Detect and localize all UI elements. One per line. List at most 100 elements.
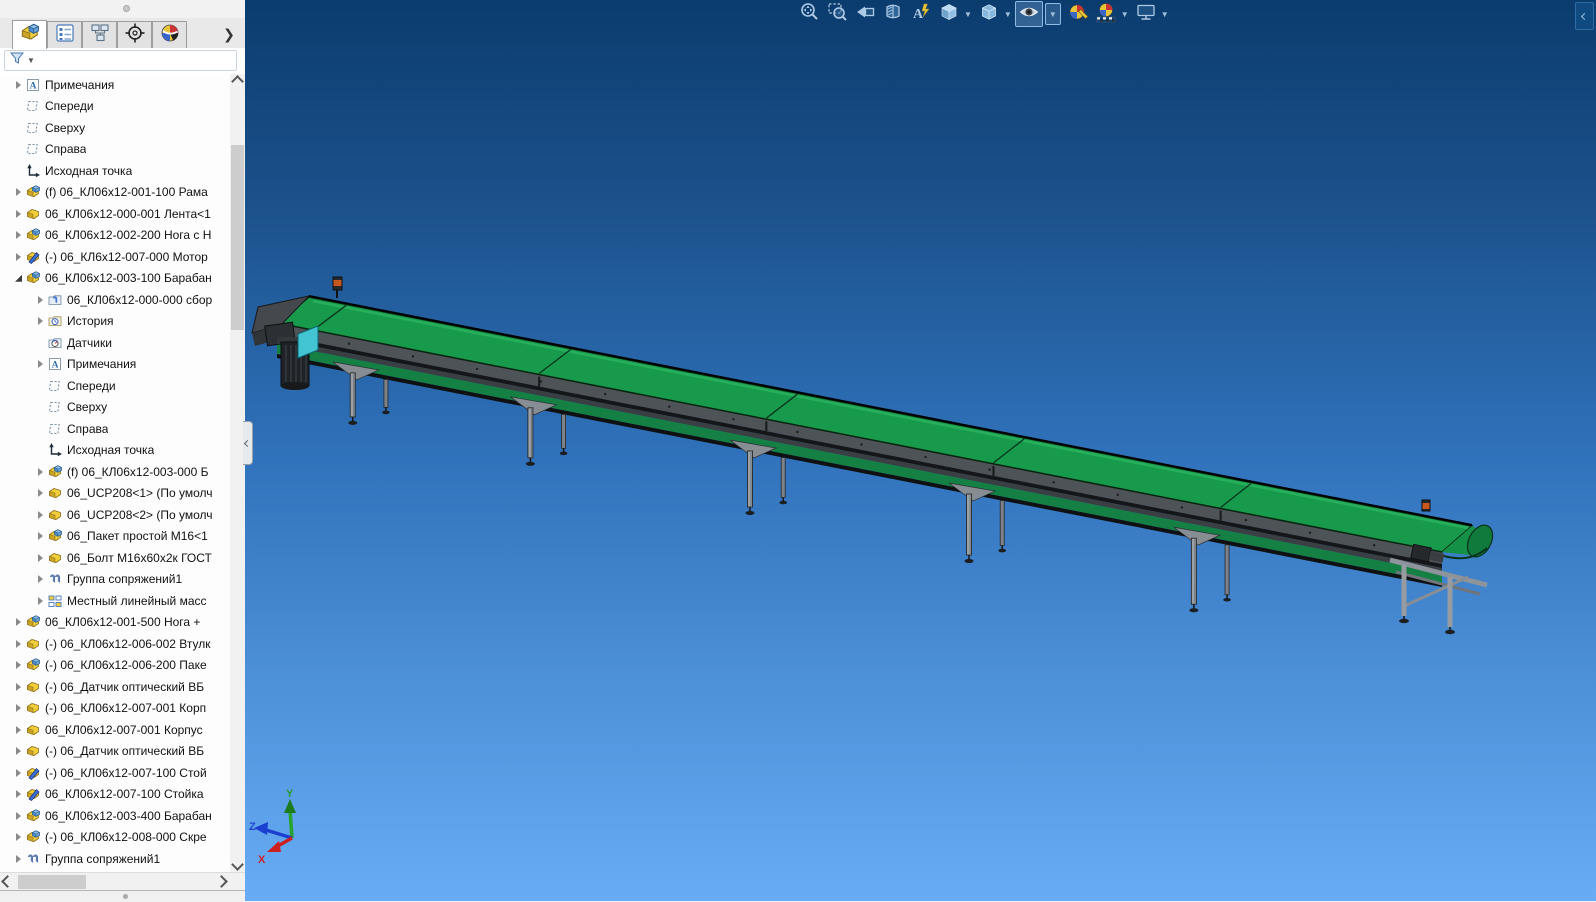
view-settings-button[interactable]: [1132, 1, 1160, 27]
model-conveyor[interactable]: [245, 0, 1596, 901]
expand-arrow[interactable]: [12, 618, 25, 626]
tree-item[interactable]: 06_UCP208<2> (По умолч: [0, 504, 229, 526]
tree-item[interactable]: (-) 06_КЛ06х12-008-000 Скре: [0, 827, 229, 849]
tree-item[interactable]: (-) 06_КЛ06х12-006-002 Втулк: [0, 633, 229, 655]
filter-caret-icon[interactable]: ▼: [27, 56, 35, 65]
section-view-button[interactable]: [879, 1, 907, 27]
expand-arrow[interactable]: [12, 81, 25, 89]
tree-item[interactable]: Группа сопряжений1: [0, 848, 229, 870]
display-style-dropdown[interactable]: ▼: [1004, 10, 1012, 19]
expand-arrow[interactable]: [12, 188, 25, 196]
graphics-viewport[interactable]: A▼▼▼▼▼ Y Z X: [245, 0, 1596, 901]
tree-item[interactable]: Спереди: [0, 375, 229, 397]
tree-item[interactable]: AПримечания: [0, 354, 229, 376]
expand-arrow[interactable]: [12, 747, 25, 755]
tree-item[interactable]: Датчики: [0, 332, 229, 354]
tree-item[interactable]: 06_Болт М16х60х2к ГОСТ: [0, 547, 229, 569]
taskpane-flyout-tab[interactable]: [1575, 2, 1594, 30]
tree-item[interactable]: Справа: [0, 418, 229, 440]
expand-arrow[interactable]: [12, 683, 25, 691]
scroll-down-button[interactable]: [230, 857, 245, 872]
panel-collapse-tab[interactable]: [243, 421, 253, 465]
expand-arrow[interactable]: [34, 489, 47, 497]
hide-show-items-dropdown[interactable]: ▼: [1045, 3, 1061, 25]
expand-arrow[interactable]: [34, 532, 47, 540]
apply-scene-button[interactable]: [1092, 1, 1120, 27]
tree-item[interactable]: 06_КЛ06х12-007-100 Стойка: [0, 784, 229, 806]
tab-propertymanager[interactable]: [47, 21, 82, 48]
expand-arrow[interactable]: [12, 275, 25, 282]
expand-arrow[interactable]: [12, 855, 25, 863]
tabs-overflow-button[interactable]: ❯: [219, 24, 239, 44]
expand-arrow[interactable]: [34, 554, 47, 562]
tree-item[interactable]: Исходная точка: [0, 160, 229, 182]
zoom-to-fit-button[interactable]: [795, 1, 823, 27]
vertical-scroll-thumb[interactable]: [231, 145, 244, 330]
expand-arrow[interactable]: [34, 575, 47, 583]
tree-vertical-scrollbar[interactable]: [230, 74, 245, 872]
tab-featuremanager[interactable]: [12, 20, 47, 49]
expand-arrow[interactable]: [12, 704, 25, 712]
filter-funnel-icon[interactable]: [9, 50, 25, 71]
tree-item[interactable]: AПримечания: [0, 74, 229, 96]
expand-arrow[interactable]: [12, 253, 25, 261]
tree-item[interactable]: (-) 06_КЛ6х12-007-000 Мотор: [0, 246, 229, 268]
view-settings-dropdown[interactable]: ▼: [1161, 10, 1169, 19]
tree-item[interactable]: 06_КЛ06х12-003-400 Барабан: [0, 805, 229, 827]
view-orientation-button[interactable]: [935, 1, 963, 27]
view-orientation-dropdown[interactable]: ▼: [964, 10, 972, 19]
expand-arrow[interactable]: [34, 296, 47, 304]
expand-arrow[interactable]: [34, 317, 47, 325]
panel-splitter-grip[interactable]: [123, 5, 130, 12]
tree-item[interactable]: Группа сопряжений1: [0, 569, 229, 591]
tree-item[interactable]: 06_КЛ06х12-000-001 Лента<1: [0, 203, 229, 225]
tab-displaymanager[interactable]: [152, 21, 187, 48]
display-style-button[interactable]: [975, 1, 1003, 27]
tree-item[interactable]: 06_КЛ06х12-003-100 Барабан: [0, 268, 229, 290]
tree-item[interactable]: (-) 06_КЛ06х12-007-100 Стой: [0, 762, 229, 784]
bottom-splitter-grip[interactable]: [123, 894, 128, 899]
scroll-up-button[interactable]: [230, 74, 245, 89]
tree-item[interactable]: (-) 06_КЛ06х12-007-001 Корп: [0, 698, 229, 720]
expand-arrow[interactable]: [12, 210, 25, 218]
zoom-to-area-button[interactable]: [823, 1, 851, 27]
tree-item[interactable]: (f) 06_КЛ06х12-003-000 Б: [0, 461, 229, 483]
tree-item[interactable]: Сверху: [0, 397, 229, 419]
tab-configurationmanager[interactable]: [82, 21, 117, 48]
tree-item[interactable]: 06_КЛ06х12-001-500 Нога +: [0, 612, 229, 634]
tree-item[interactable]: 06_UCP208<1> (По умолч: [0, 483, 229, 505]
expand-arrow[interactable]: [12, 726, 25, 734]
dynamic-annotation-views-button[interactable]: A: [907, 1, 935, 27]
expand-arrow[interactable]: [12, 790, 25, 798]
tree-horizontal-scrollbar[interactable]: [0, 872, 245, 891]
tree-item[interactable]: Справа: [0, 139, 229, 161]
expand-arrow[interactable]: [12, 231, 25, 239]
expand-arrow[interactable]: [12, 769, 25, 777]
expand-arrow[interactable]: [12, 640, 25, 648]
tree-item[interactable]: 06_КЛ06х12-000-000 сбор: [0, 289, 229, 311]
tab-dimxpertmanager[interactable]: [117, 21, 152, 48]
scroll-right-button[interactable]: [214, 874, 229, 889]
horizontal-scroll-thumb[interactable]: [18, 875, 86, 889]
tree-item[interactable]: История: [0, 311, 229, 333]
tree-item[interactable]: 06_КЛ06х12-007-001 Корпус: [0, 719, 229, 741]
expand-arrow[interactable]: [34, 468, 47, 476]
expand-arrow[interactable]: [12, 661, 25, 669]
expand-arrow[interactable]: [34, 597, 47, 605]
expand-arrow[interactable]: [12, 812, 25, 820]
hide-show-items-button[interactable]: [1015, 1, 1043, 27]
apply-scene-dropdown[interactable]: ▼: [1121, 10, 1129, 19]
expand-arrow[interactable]: [34, 360, 47, 368]
expand-arrow[interactable]: [12, 833, 25, 841]
tree-item[interactable]: (f) 06_КЛ06х12-001-100 Рама: [0, 182, 229, 204]
expand-arrow[interactable]: [34, 511, 47, 519]
tree-item[interactable]: Местный линейный масс: [0, 590, 229, 612]
tree-item[interactable]: 06_Пакет простой М16<1: [0, 526, 229, 548]
tree-filter-input[interactable]: ▼: [4, 50, 237, 71]
scroll-left-button[interactable]: [0, 874, 15, 889]
tree-item[interactable]: 06_КЛ06х12-002-200 Нога с Н: [0, 225, 229, 247]
tree-item[interactable]: (-) 06_Датчик оптический ВБ: [0, 676, 229, 698]
previous-view-button[interactable]: [851, 1, 879, 27]
edit-appearance-button[interactable]: [1064, 1, 1092, 27]
tree-item[interactable]: Сверху: [0, 117, 229, 139]
